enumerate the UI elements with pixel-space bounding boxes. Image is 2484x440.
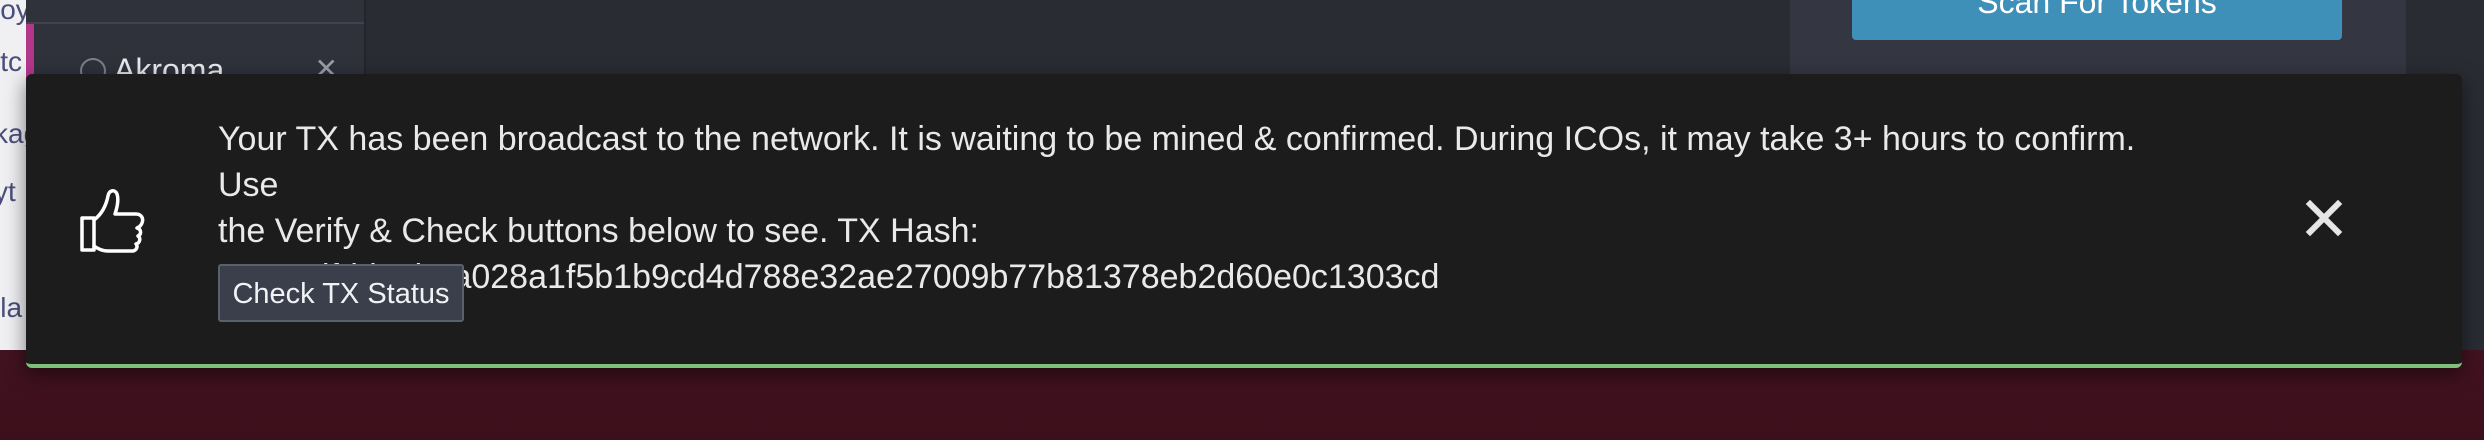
scan-tokens-label: Scan For Tokens — [1977, 0, 2217, 20]
close-icon[interactable] — [2300, 194, 2348, 242]
strip-text: itc — [0, 46, 22, 77]
background-left-strip: ioy itc kag yt lla — [0, 0, 39, 350]
strip-text: lla — [0, 292, 23, 323]
thumbs-up-icon — [80, 189, 145, 253]
sidebar-row — [26, 0, 364, 24]
tx-hash: 0x356dfdd20b9a028a1f5b1b9cd4d788e32ae270… — [218, 258, 1440, 296]
tx-notification: Your TX has been broadcast to the networ… — [26, 74, 2462, 368]
strip-text: yt — [0, 176, 16, 207]
check-tx-status-button[interactable]: Check TX Status — [218, 264, 464, 322]
notification-message: Your TX has been broadcast to the networ… — [218, 116, 2178, 300]
message-line: Your TX has been broadcast to the networ… — [218, 120, 2136, 204]
scan-tokens-button[interactable]: Scan For Tokens — [1852, 0, 2342, 40]
message-line: the Verify & Check buttons below to see.… — [218, 212, 979, 250]
